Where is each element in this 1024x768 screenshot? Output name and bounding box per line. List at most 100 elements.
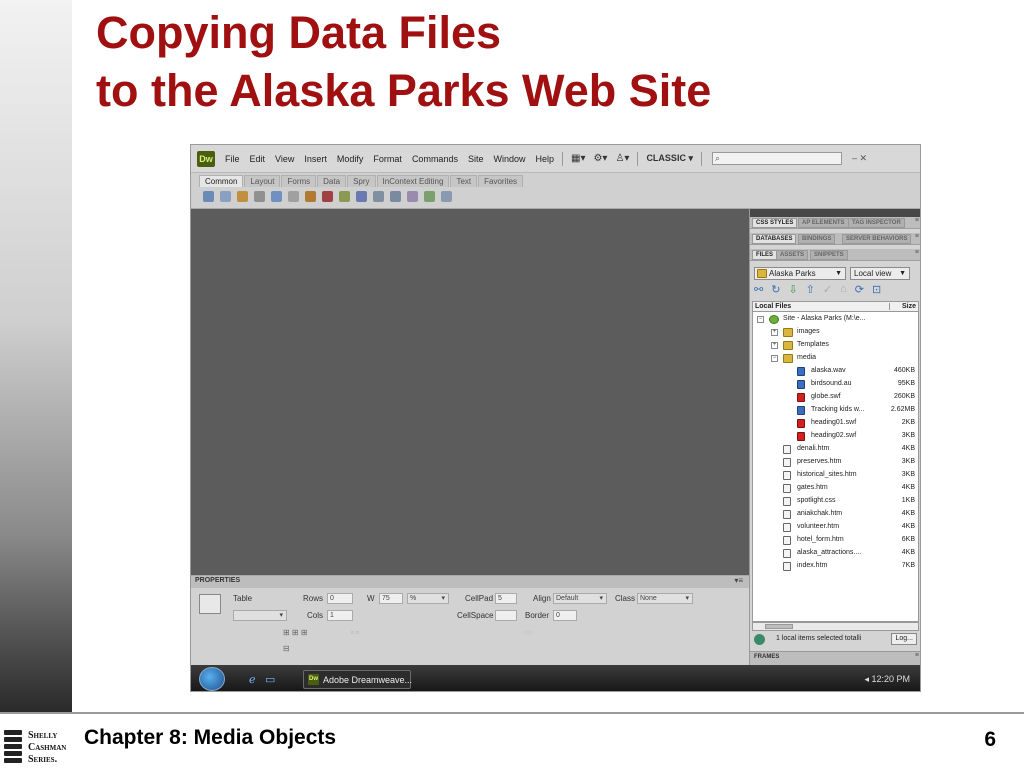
file-row[interactable]: preserves.htm 3KB: [753, 457, 918, 470]
rows-input[interactable]: 0: [327, 593, 353, 604]
panel-group-frames[interactable]: FRAMES ≡: [750, 651, 920, 665]
menu-commands[interactable]: Commands: [412, 154, 458, 164]
window-controls[interactable]: – ✕: [852, 153, 867, 164]
insert-tab-spry[interactable]: Spry: [347, 175, 376, 187]
panel-menu-icon[interactable]: ≡: [915, 233, 919, 240]
help-search-input[interactable]: ⌕: [711, 152, 842, 165]
file-row[interactable]: heading01.swf 2KB: [753, 418, 918, 431]
email-link-icon[interactable]: [220, 191, 231, 202]
insert-tab-incontext-editing[interactable]: InContext Editing: [376, 175, 450, 187]
site-user-icon[interactable]: ♙▾: [615, 153, 629, 164]
layout-icon[interactable]: ▦▾: [571, 153, 585, 164]
tag-chooser-icon[interactable]: [441, 191, 452, 202]
menu-edit[interactable]: Edit: [250, 154, 266, 164]
insert-tab-data[interactable]: Data: [317, 175, 347, 187]
tab-databases[interactable]: DATABASES: [752, 234, 797, 244]
horizontal-scrollbar[interactable]: [752, 622, 919, 631]
show-desktop-icon[interactable]: ▭: [265, 673, 275, 686]
panel-menu-icon[interactable]: ≡: [915, 249, 919, 256]
hyperlink-icon[interactable]: [203, 191, 214, 202]
clear-row-heights-icon[interactable]: ⊞ ⊞ ⊞: [283, 628, 308, 637]
insert-tab-layout[interactable]: Layout: [244, 175, 281, 187]
src-link-icon[interactable]: ◌◌: [523, 628, 533, 637]
file-row[interactable]: index.htm 7KB: [753, 561, 918, 574]
file-row[interactable]: historical_sites.htm 3KB: [753, 470, 918, 483]
menu-window[interactable]: Window: [493, 154, 525, 164]
menu-file[interactable]: File: [225, 154, 240, 164]
synchronize-icon[interactable]: ⟳: [855, 283, 864, 296]
file-row[interactable]: Tracking kids w... 2.62MB: [753, 405, 918, 418]
horizontal-rule-icon[interactable]: [254, 191, 265, 202]
column-local-files[interactable]: Local Files: [755, 303, 791, 310]
file-row[interactable]: heading02.swf 3KB: [753, 431, 918, 444]
bg-image-icon[interactable]: ▫ ▫: [351, 628, 359, 637]
tab-server-behaviors[interactable]: SERVER BEHAVIORS: [842, 234, 912, 244]
ie-icon[interactable]: ℯ: [249, 673, 256, 686]
tab-assets[interactable]: ASSETS: [776, 250, 809, 260]
get-files-icon[interactable]: ⇩: [788, 283, 797, 296]
tab-tag-inspector[interactable]: TAG INSPECTOR: [848, 218, 905, 228]
tab-files[interactable]: FILES: [752, 250, 778, 260]
tab-css-styles[interactable]: CSS STYLES: [752, 218, 798, 228]
align-select[interactable]: Default ▾: [553, 593, 607, 604]
menu-insert[interactable]: Insert: [304, 154, 327, 164]
collapse-icon[interactable]: −: [771, 355, 778, 362]
border-input[interactable]: 0: [553, 610, 577, 621]
file-row[interactable]: alaska.wav 460KB: [753, 366, 918, 379]
collapse-icon[interactable]: −: [757, 316, 764, 323]
file-row[interactable]: hotel_form.htm 6KB: [753, 535, 918, 548]
menu-modify[interactable]: Modify: [337, 154, 364, 164]
cellpad-input[interactable]: 5: [495, 593, 517, 604]
insert-tab-forms[interactable]: Forms: [281, 175, 317, 187]
workspace-switcher[interactable]: CLASSIC ▾: [646, 153, 693, 164]
file-row[interactable]: alaska_attractions.... 4KB: [753, 548, 918, 561]
width-unit-select[interactable]: % ▾: [407, 593, 449, 604]
insert-tab-text[interactable]: Text: [450, 175, 478, 187]
convert-widths-icon[interactable]: ⊟: [283, 644, 290, 653]
script-icon[interactable]: [407, 191, 418, 202]
panel-menu-icon[interactable]: ≡: [915, 652, 919, 659]
file-row[interactable]: denali.htm 4KB: [753, 444, 918, 457]
file-row[interactable]: aniakchak.htm 4KB: [753, 509, 918, 522]
insert-tab-common[interactable]: Common: [199, 175, 244, 187]
panel-options-icon[interactable]: ▾≡: [734, 576, 743, 585]
document-area[interactable]: [191, 209, 749, 575]
put-files-icon[interactable]: ⇧: [806, 283, 815, 296]
files-list[interactable]: − Site - Alaska Parks (M:\e... + images + Tem…: [752, 312, 919, 622]
tab-ap-elements[interactable]: AP ELEMENTS: [798, 218, 849, 228]
menu-help[interactable]: Help: [535, 154, 554, 164]
file-row[interactable]: − media: [753, 353, 918, 366]
file-row[interactable]: + images: [753, 327, 918, 340]
named-anchor-icon[interactable]: [237, 191, 248, 202]
width-input[interactable]: 75: [379, 593, 403, 604]
file-row[interactable]: gates.htm 4KB: [753, 483, 918, 496]
menu-view[interactable]: View: [275, 154, 294, 164]
refresh-icon[interactable]: ↻: [771, 283, 780, 296]
head-icon[interactable]: [390, 191, 401, 202]
templates-icon[interactable]: [424, 191, 435, 202]
server-side-include-icon[interactable]: [356, 191, 367, 202]
check-out-icon[interactable]: ✓: [823, 283, 832, 296]
expand-icon[interactable]: ⊡: [872, 283, 881, 296]
check-in-icon[interactable]: ⌂: [840, 283, 847, 296]
file-row[interactable]: + Templates: [753, 340, 918, 353]
div-icon[interactable]: [288, 191, 299, 202]
table-id-select[interactable]: ▾: [233, 610, 287, 621]
panel-menu-icon[interactable]: ≡: [915, 217, 919, 224]
file-row[interactable]: volunteer.htm 4KB: [753, 522, 918, 535]
column-size[interactable]: Size: [888, 303, 916, 310]
cellspace-input[interactable]: [495, 610, 517, 621]
file-row[interactable]: birdsound.au 95KB: [753, 379, 918, 392]
media-icon[interactable]: [322, 191, 333, 202]
tab-bindings[interactable]: BINDINGS: [798, 234, 836, 244]
images-icon[interactable]: [305, 191, 316, 202]
date-icon[interactable]: [339, 191, 350, 202]
menu-format[interactable]: Format: [373, 154, 402, 164]
insert-tab-favorites[interactable]: Favorites: [478, 175, 524, 187]
view-select[interactable]: Local view ▼: [850, 267, 910, 280]
site-select[interactable]: Alaska Parks ▼: [754, 267, 846, 280]
tab-snippets[interactable]: SNIPPETS: [810, 250, 848, 260]
scrollbar-thumb[interactable]: [765, 624, 793, 629]
expand-icon[interactable]: +: [771, 329, 778, 336]
table-icon[interactable]: [271, 191, 282, 202]
